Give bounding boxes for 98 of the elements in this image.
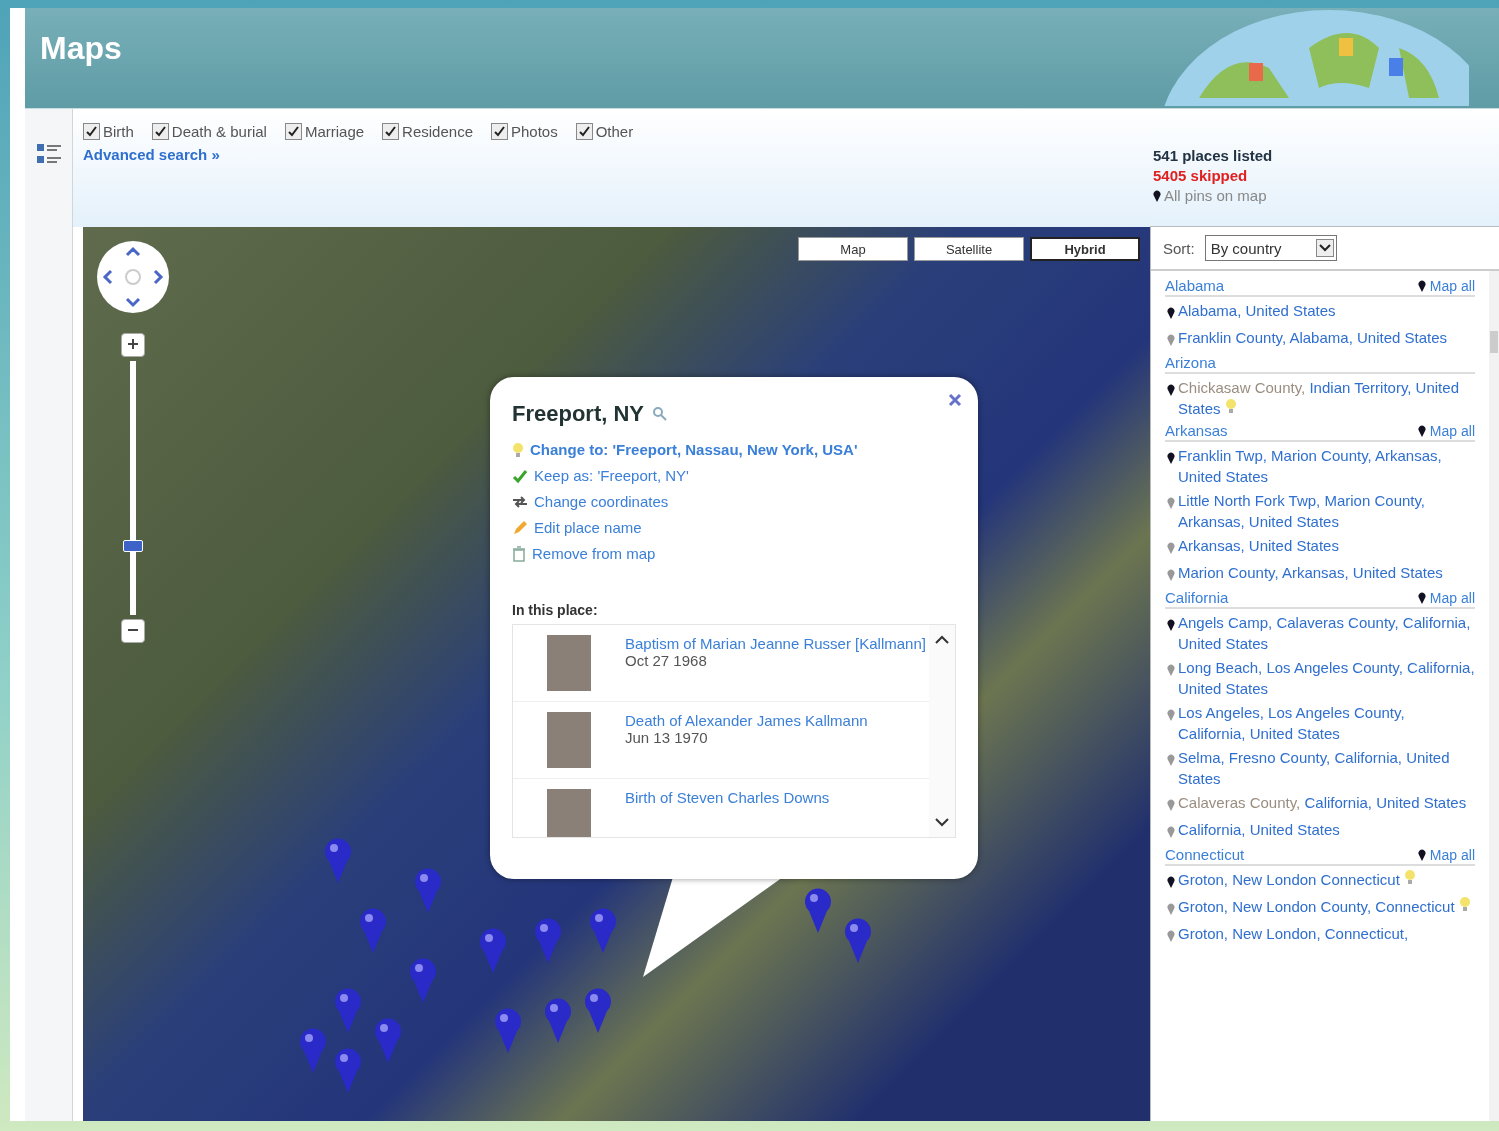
checkmark-icon	[512, 467, 528, 484]
group-heading: Alabama	[1165, 277, 1225, 294]
checkmark-icon	[287, 126, 299, 137]
place-link[interactable]: Chickasaw County, Indian Territory, United States	[1165, 377, 1475, 419]
map-type-button[interactable]: Satellite	[914, 237, 1024, 261]
pin-icon	[1417, 848, 1426, 861]
filter-checkbox[interactable]: Marriage	[284, 123, 365, 140]
pin-icon	[1417, 591, 1426, 604]
place-link[interactable]: Long Beach, Los Angeles County, California, United States	[1165, 657, 1475, 699]
place-link[interactable]: Franklin Twp, Marion County, Arkansas, United States	[1165, 445, 1475, 487]
popup-action-link[interactable]: Keep as: 'Freeport, NY'	[512, 467, 956, 484]
map-pin[interactable]	[333, 1047, 363, 1093]
event-date: Oct 27 1968	[625, 652, 708, 669]
group-heading: Arizona	[1165, 354, 1216, 371]
lightbulb-icon	[512, 441, 524, 458]
map-pin[interactable]	[323, 837, 353, 883]
popup-action-link[interactable]: Change to: 'Freeport, Nassau, New York, USA'	[512, 441, 956, 458]
zoom-in-button[interactable]	[121, 333, 145, 357]
filter-checkbox[interactable]: Other	[575, 123, 634, 140]
arrows-icon	[512, 495, 528, 508]
trash-icon	[512, 545, 526, 562]
place-link[interactable]: Groton, New London Connecticut	[1165, 869, 1475, 893]
map-pin[interactable]	[543, 997, 573, 1043]
map-pin[interactable]	[358, 907, 388, 953]
map-all-link[interactable]: Map all	[1417, 422, 1475, 439]
map-pin[interactable]	[583, 987, 613, 1033]
group-heading: Arkansas	[1165, 422, 1228, 439]
checkmark-icon	[86, 126, 97, 137]
filter-checkbox[interactable]: Birth	[83, 123, 134, 140]
advanced-search-link[interactable]: Advanced search »	[83, 146, 220, 163]
zoom-out-button[interactable]	[121, 619, 145, 643]
section-label: In this place:	[512, 602, 599, 618]
sort-label: Sort:	[1163, 239, 1195, 257]
map-all-link[interactable]: Map all	[1417, 277, 1475, 294]
place-link[interactable]: Little North Fork Twp, Marion County, Arkansas, United States	[1165, 490, 1475, 532]
event-link[interactable]: Death of Alexander James Kallmann	[625, 712, 868, 729]
event-link[interactable]: Baptism of Marian Jeanne Russer [Kallmann]	[625, 635, 926, 652]
place-link[interactable]: Alabama, United States	[1165, 300, 1475, 324]
place-link[interactable]: Arkansas, United States	[1165, 535, 1475, 559]
group-heading: Connecticut	[1165, 846, 1245, 863]
place-link[interactable]: California, United States	[1165, 819, 1475, 843]
map-pin[interactable]	[803, 887, 833, 933]
scroll-down-icon[interactable]	[934, 817, 950, 827]
popup-action-link[interactable]: Change coordinates	[512, 493, 956, 510]
map-type-button[interactable]: Hybrid	[1030, 237, 1140, 261]
scroll-up-icon[interactable]	[934, 635, 950, 645]
place-link[interactable]: Los Angeles, Los Angeles County, California, United States	[1165, 702, 1475, 744]
map-pin[interactable]	[588, 907, 618, 953]
checkmark-icon	[494, 126, 505, 137]
satellite-map[interactable]	[83, 227, 1150, 1121]
event-date: Jun 13 1970	[625, 729, 709, 746]
map-pin[interactable]	[333, 987, 363, 1033]
map-pin[interactable]	[413, 867, 443, 913]
place-link[interactable]: Groton, New London, Connecticut,	[1165, 923, 1475, 947]
map-type-button[interactable]: Map	[798, 237, 908, 261]
popup-action-link[interactable]: Remove from map	[512, 545, 956, 562]
map-pin[interactable]	[478, 927, 508, 973]
popup-title: Freeport, NY	[512, 401, 645, 427]
pin-icon	[1417, 279, 1426, 292]
map-pin[interactable]	[843, 917, 873, 963]
all-pins-label: All pins on map	[1164, 187, 1267, 204]
search-icon[interactable]	[652, 406, 669, 422]
pin-icon	[1417, 424, 1426, 437]
photo-placeholder	[547, 635, 591, 691]
place-link[interactable]: Franklin County, Alabama, United States	[1165, 327, 1475, 351]
place-link[interactable]: Groton, New London County, Connecticut	[1165, 896, 1475, 920]
group-heading: California	[1165, 589, 1229, 606]
sort-dropdown[interactable]: By country	[1204, 235, 1337, 261]
filter-checkbox[interactable]: Death & burial	[151, 123, 267, 140]
skipped-count: 5405 skipped	[1153, 167, 1249, 184]
map-pin[interactable]	[408, 957, 438, 1003]
checkmark-icon	[385, 126, 397, 137]
map-pin[interactable]	[493, 1007, 523, 1053]
photo-placeholder	[547, 712, 591, 768]
map-pin[interactable]	[298, 1027, 328, 1073]
checkmark-icon	[154, 126, 166, 137]
pencil-icon	[512, 519, 528, 536]
map-all-link[interactable]: Map all	[1417, 589, 1475, 606]
map-pin[interactable]	[373, 1017, 403, 1063]
map-all-link[interactable]: Map all	[1417, 846, 1475, 863]
photo-placeholder	[547, 789, 591, 837]
place-link[interactable]: Marion County, Arkansas, United States	[1165, 562, 1475, 586]
checkmark-icon	[578, 126, 590, 137]
place-link[interactable]: Selma, Fresno County, California, United States	[1165, 747, 1475, 789]
map-pin[interactable]	[533, 917, 563, 963]
list-view-icon[interactable]	[36, 143, 61, 165]
event-link[interactable]: Birth of Steven Charles Downs	[625, 789, 830, 806]
places-count: 541 places listed	[1153, 147, 1274, 164]
filter-checkbox[interactable]: Residence	[382, 123, 473, 140]
zoom-slider-thumb[interactable]	[123, 540, 143, 553]
plus-icon	[127, 338, 139, 350]
place-link[interactable]: Calaveras County, California, United States	[1165, 792, 1475, 816]
pin-icon	[1153, 189, 1161, 202]
place-link[interactable]: Angels Camp, Calaveras County, California, United States	[1165, 612, 1475, 654]
popup-action-link[interactable]: Edit place name	[512, 519, 956, 536]
filter-checkbox[interactable]: Photos	[491, 123, 558, 140]
scrollbar[interactable]	[1489, 271, 1499, 1121]
page-title: Maps	[40, 30, 122, 67]
